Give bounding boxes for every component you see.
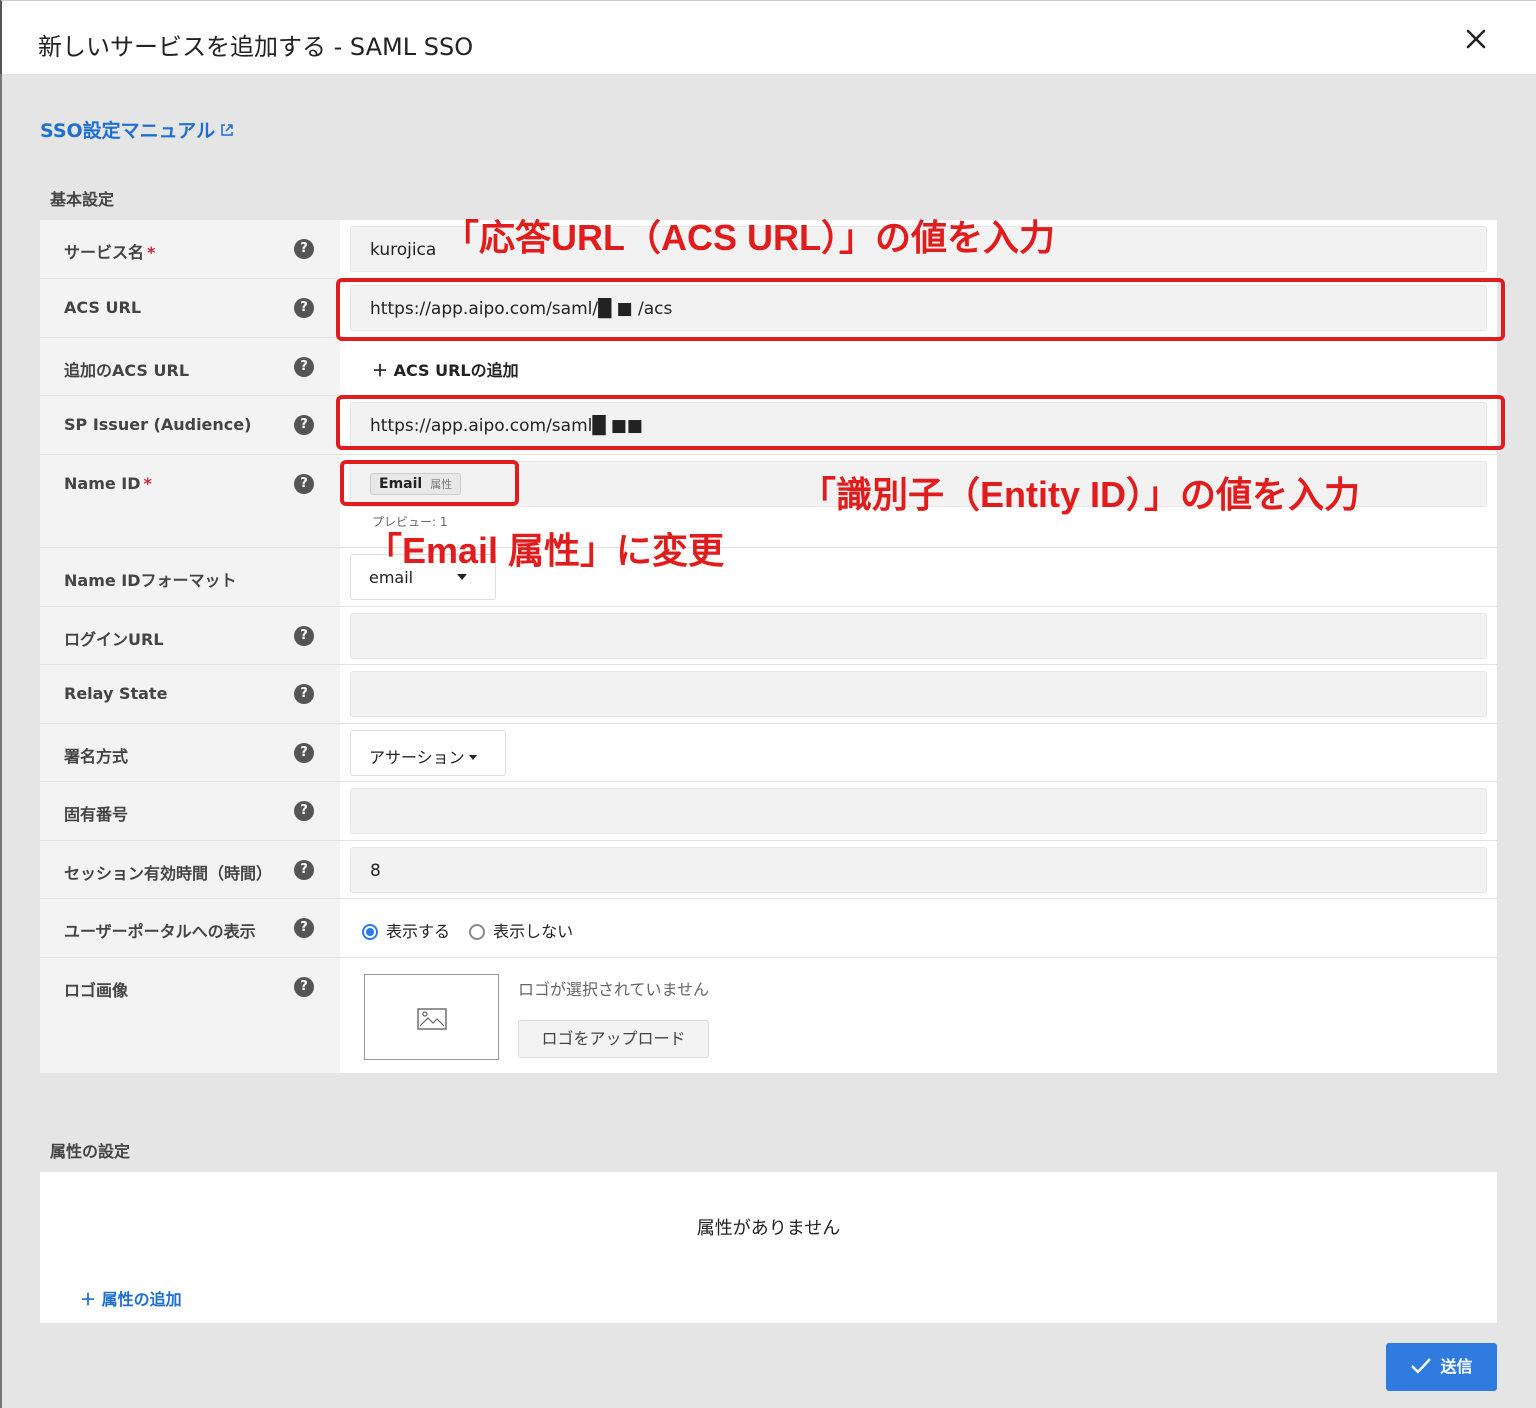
sp-issuer-label: SP Issuer (Audience) (64, 415, 252, 434)
portal-display-options: 表示する 表示しない (362, 918, 573, 942)
dropdown-caret-icon (457, 574, 468, 580)
attributes-panel: 属性がありません ＋ 属性の追加 (40, 1172, 1497, 1323)
session-hours-label: セッション有効時間（時間） (64, 864, 273, 883)
name-id-label: Name ID * (64, 474, 152, 493)
basic-settings-form: サービス名 *? kurojica ACS URL? https://app.ai… (40, 220, 1497, 1073)
logo-status-message: ロゴが選択されていません (518, 980, 710, 999)
help-icon[interactable]: ? (294, 298, 314, 318)
annotation-acs-text: 「応答URL（ACS URL）」の値を入力 (443, 217, 1055, 258)
logo-label: ロゴ画像 (64, 981, 129, 1000)
row-session-hours: セッション有効時間（時間）? 8 (40, 840, 1497, 898)
signing-label: 署名方式 (64, 747, 129, 766)
help-icon[interactable]: ? (294, 743, 314, 763)
close-icon[interactable] (1460, 23, 1492, 55)
row-login-url: ログインURL? (40, 606, 1497, 664)
annotation-box-acs (336, 278, 1505, 341)
image-placeholder-icon (417, 1008, 447, 1030)
service-name-label: サービス名 * (64, 243, 156, 262)
row-signing: 署名方式? アサーション (40, 723, 1497, 781)
help-icon[interactable]: ? (294, 474, 314, 494)
unique-number-label: 固有番号 (64, 805, 129, 824)
upload-logo-button[interactable]: ロゴをアップロード (518, 1020, 709, 1058)
annotation-email-text: 「Email 属性」に変更 (366, 530, 725, 571)
login-url-input[interactable] (350, 613, 1487, 659)
unique-number-input[interactable] (350, 788, 1487, 834)
row-extra-acs: 追加のACS URL? ＋ ACS URLの追加 (40, 337, 1497, 395)
check-icon (1411, 1358, 1432, 1374)
signing-select[interactable]: アサーション (350, 730, 506, 776)
extra-acs-label: 追加のACS URL (64, 361, 190, 380)
add-attribute-button[interactable]: ＋ 属性の追加 (80, 1286, 182, 1310)
sso-manual-label: SSO設定マニュアル (40, 120, 216, 142)
help-icon[interactable]: ? (294, 415, 314, 435)
acs-url-label: ACS URL (64, 298, 142, 317)
section-basic-title: 基本設定 (50, 190, 115, 209)
help-icon[interactable]: ? (294, 801, 314, 821)
dialog-edge (0, 74, 2, 1408)
relay-state-label: Relay State (64, 684, 168, 703)
external-link-icon (221, 124, 233, 136)
help-icon[interactable]: ? (294, 977, 314, 997)
submit-button[interactable]: 送信 (1386, 1343, 1497, 1391)
row-portal-display: ユーザーポータルへの表示? 表示する 表示しない (40, 898, 1497, 957)
annotation-box-entity (336, 395, 1505, 450)
attributes-empty-message: 属性がありません (696, 1218, 841, 1239)
help-icon[interactable]: ? (294, 239, 314, 259)
session-hours-input[interactable]: 8 (350, 847, 1487, 893)
radio-selected-icon (362, 924, 378, 940)
help-icon[interactable]: ? (294, 357, 314, 377)
row-logo: ロゴ画像? ロゴが選択されていません ロゴをアップロード (40, 957, 1497, 1073)
help-icon[interactable]: ? (294, 684, 314, 704)
section-attributes-title: 属性の設定 (50, 1142, 131, 1161)
logo-preview (364, 974, 499, 1060)
annotation-entity-text: 「識別子（Entity ID）」の値を入力 (800, 474, 1361, 515)
name-id-format-label: Name IDフォーマット (64, 571, 237, 590)
row-name-id-format: Name IDフォーマット email (40, 547, 1497, 606)
radio-hide[interactable]: 表示しない (469, 922, 573, 941)
dialog-header: 新しいサービスを追加する - SAML SSO (0, 0, 1536, 74)
help-icon[interactable]: ? (294, 918, 314, 938)
annotation-box-email (340, 460, 519, 506)
login-url-label: ログインURL (64, 630, 164, 649)
sso-manual-link[interactable]: SSO設定マニュアル (40, 116, 235, 143)
help-icon[interactable]: ? (294, 860, 314, 880)
add-acs-url-button[interactable]: ＋ ACS URLの追加 (372, 357, 519, 381)
radio-show[interactable]: 表示する (362, 922, 450, 941)
dropdown-caret-icon (468, 755, 477, 760)
portal-display-label: ユーザーポータルへの表示 (64, 922, 256, 941)
dialog-title: 新しいサービスを追加する - SAML SSO (38, 33, 474, 61)
radio-unselected-icon (469, 924, 486, 940)
relay-state-input[interactable] (350, 671, 1487, 717)
row-relay-state: Relay State? (40, 664, 1497, 723)
help-icon[interactable]: ? (294, 626, 314, 646)
row-unique-number: 固有番号? (40, 781, 1497, 840)
